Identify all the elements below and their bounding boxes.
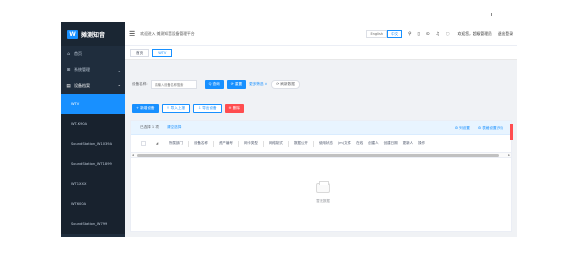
reset-button[interactable]: ⟳ 重置 [226, 80, 247, 89]
refresh-button[interactable]: ⟳ 刷新数据 [271, 80, 300, 89]
column-header[interactable]: 更新人 [403, 141, 414, 146]
column-header[interactable]: 数据公开 [294, 141, 308, 146]
search-button[interactable]: Q 查询 [204, 80, 224, 89]
sidebar-item-label: 首页 [74, 51, 82, 56]
column-header[interactable]: 设备名称 [194, 141, 208, 146]
sidebar-item-devices[interactable]: ▤ 设备档案 ⌃ [61, 78, 125, 94]
horizontal-scrollbar[interactable]: ◂ ▸ [131, 153, 511, 158]
sidebar-subitem-wtv[interactable]: WTV [61, 94, 125, 114]
column-divider [262, 140, 264, 147]
bell-icon[interactable]: ♫ [436, 32, 440, 37]
scrollbar-thumb[interactable] [137, 154, 499, 157]
sidebar-subitem-soundstation-wt1899[interactable]: SoundStation_WT1899 [61, 154, 125, 174]
selection-info-bar: 已选择 1 项 清空选择 ⚙ 列设置 ⚙ 表格设置(列) [131, 121, 513, 140]
grid-icon: ⊞ [66, 67, 71, 73]
export-button[interactable]: ⇩ 导出设备 [193, 104, 222, 113]
user-greeting[interactable]: 欢迎您，超级管理员 [458, 31, 492, 37]
device-name-label: 设备名称: [132, 82, 148, 86]
column-header[interactable]: 创建人 [368, 141, 379, 146]
lang-english-button[interactable]: English [366, 30, 388, 38]
column-header[interactable]: 所属部门 [169, 141, 183, 146]
app-root: W 摊测知音 ⌂ 首页 ⊞ 系统管理 ⌄ ▤ 设备档案 ⌃ WTV WT-K90… [0, 0, 578, 259]
import-button[interactable]: ⇪ 导入上报 [161, 104, 191, 113]
sidebar-item-label: 设备档案 [74, 83, 90, 88]
selected-count: 已选择 1 项 [140, 125, 159, 129]
list-icon: ▤ [66, 83, 71, 89]
search-icon[interactable]: ⚲ [408, 32, 411, 37]
more-filters-link[interactable]: 更多筛选 ∨ [249, 82, 267, 87]
row-index-header: # [156, 141, 159, 146]
tab-wtv[interactable]: WTV [152, 48, 173, 57]
search-form: 设备名称: Q 查询 ⟳ 重置 更多筛选 ∨ ⟳ 刷新数据 [132, 80, 303, 89]
logo[interactable]: W 摊测知音 [61, 22, 125, 46]
column-settings-link[interactable]: ⚙ 列设置 [455, 126, 470, 131]
header-title: 欢迎进入 摊测知音设备管理平台 [140, 30, 195, 36]
divider [491, 13, 492, 16]
device-table: 已选择 1 项 清空选择 ⚙ 列设置 ⚙ 表格设置(列) # 所属部门 设备名称… [130, 120, 513, 232]
sidebar-subitem-soundstation-w1039a[interactable]: SoundStation_W1039A [61, 134, 125, 154]
column-header[interactable]: 在线 [356, 141, 363, 146]
sidebar-subitem-soundstation-w799[interactable]: SoundStation_W799 [61, 214, 125, 234]
sidebar-item-system[interactable]: ⊞ 系统管理 ⌄ [61, 62, 125, 78]
add-device-button[interactable]: + 新增设备 [132, 104, 159, 113]
sidebar-subitem-wt600a[interactable]: WT600A [61, 194, 125, 214]
column-header[interactable]: 网络制式 [269, 141, 283, 146]
document-icon[interactable]: ▯ [417, 32, 419, 37]
tabs-bar: 首页 WTV [125, 46, 517, 60]
sidebar-subitem-wt1xxx[interactable]: WT1XXX [61, 174, 125, 194]
table-settings: ⚙ 列设置 ⚙ 表格设置(列) [447, 121, 503, 135]
home-icon: ⌂ [67, 51, 70, 57]
column-header[interactable]: (m)文件 [338, 141, 351, 146]
empty-state: 暂无数据 [311, 181, 335, 203]
fullscreen-icon[interactable]: ◌ [446, 32, 450, 37]
sidebar: W 摊测知音 ⌂ 首页 ⊞ 系统管理 ⌄ ▤ 设备档案 ⌃ WTV WT-K90… [61, 22, 125, 237]
column-header[interactable]: 资产编号 [219, 141, 233, 146]
sidebar-item-home[interactable]: ⌂ 首页 [61, 46, 125, 62]
column-divider [237, 140, 239, 147]
chevron-down-icon: ⌄ [117, 67, 121, 73]
chevron-up-icon: ⌃ [117, 83, 121, 89]
scroll-left-icon[interactable]: ◂ [132, 153, 134, 158]
clear-selection-link[interactable]: 清空选择 [167, 125, 181, 130]
sidebar-subitem-wt-k90a[interactable]: WT-K90A [61, 114, 125, 134]
scroll-right-icon[interactable]: ▸ [508, 153, 510, 158]
column-divider [312, 140, 314, 147]
column-header[interactable]: 网卡类型 [244, 141, 258, 146]
table-settings-link[interactable]: ⚙ 表格设置(列) [478, 126, 503, 131]
top-header: ☰ 欢迎进入 摊测知音设备管理平台 English 中文 ⚲ ▯ ⊙ ♫ ◌ 欢… [125, 22, 517, 46]
hamburger-icon[interactable]: ☰ [129, 30, 135, 38]
tab-home[interactable]: 首页 [130, 48, 150, 57]
empty-text: 暂无数据 [316, 199, 330, 203]
sidebar-item-label: 系统管理 [74, 67, 90, 72]
help-icon[interactable]: ⊙ [426, 32, 430, 37]
column-header[interactable]: 操作 [418, 141, 425, 146]
logout-button[interactable]: 退出登录 [498, 31, 513, 37]
delete-button[interactable]: ⊖ 删除 [224, 104, 244, 113]
logo-text: 摊测知音 [81, 31, 106, 39]
column-divider [212, 140, 214, 147]
column-divider [287, 140, 289, 147]
lang-chinese-button[interactable]: 中文 [387, 30, 403, 38]
empty-box-icon [316, 181, 330, 193]
header-toolbar: English 中文 ⚲ ▯ ⊙ ♫ ◌ 欢迎您，超级管理员 退出登录 [366, 22, 513, 46]
column-header[interactable]: 使用状态 [319, 141, 333, 146]
column-header[interactable]: 创建日期 [384, 141, 398, 146]
main-content: 设备名称: Q 查询 ⟳ 重置 更多筛选 ∨ ⟳ 刷新数据 + 新增设备 ⇪ 导… [125, 60, 517, 237]
logo-mark-icon: W [67, 29, 78, 39]
action-toolbar: + 新增设备 ⇪ 导入上报 ⇩ 导出设备 ⊖ 删除 [132, 104, 247, 113]
device-name-input[interactable] [150, 80, 197, 89]
column-divider [187, 140, 189, 147]
select-all-checkbox[interactable] [141, 141, 146, 146]
table-header: # 所属部门 设备名称 资产编号 网卡类型 网络制式 数据公开 使用状态 (m)… [131, 135, 511, 153]
